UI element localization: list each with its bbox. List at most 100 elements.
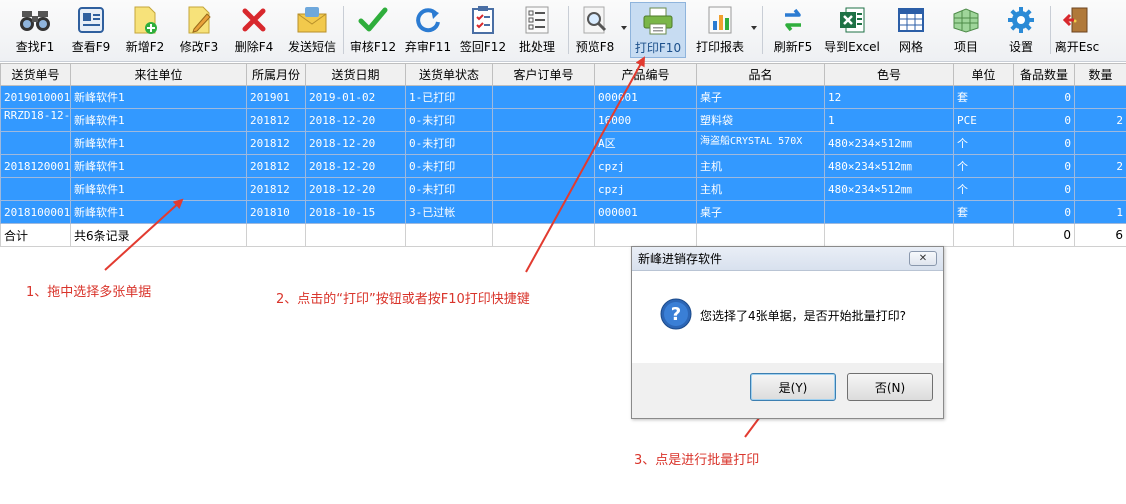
preview-button[interactable]: 预览F8 <box>573 2 617 58</box>
cell <box>492 131 595 155</box>
cell: 新峰软件1 <box>70 200 247 224</box>
export-excel-button[interactable]: 导到Excel <box>824 2 880 58</box>
cell: 201812 <box>246 177 306 201</box>
cell: 2019010001 <box>0 85 71 109</box>
cell: 0 <box>1013 200 1075 224</box>
column-header[interactable]: 色号 <box>824 63 954 86</box>
dialog-titlebar: 新峰进销存软件 ✕ <box>632 247 943 271</box>
table-row[interactable]: 2019010001 新峰软件1 201901 2019-01-02 1-已打印… <box>0 85 1126 109</box>
sign-back-button[interactable]: 签回F12 <box>458 2 508 58</box>
table-row[interactable]: 新峰软件1 201812 2018-12-20 0-未打印 A区 海盗船CRYS… <box>0 131 1126 155</box>
batch-button[interactable]: 批处理 <box>514 2 560 58</box>
unapprove-button[interactable]: 弃审F11 <box>404 2 452 58</box>
preview-dropdown-arrow[interactable] <box>621 26 627 30</box>
cell: 新峰软件1 <box>70 131 247 155</box>
cell: 新峰软件1 <box>70 108 247 132</box>
table-row[interactable]: RRZD18-12- 新峰软件1 201812 2018-12-20 0-未打印… <box>0 108 1126 132</box>
checklist-icon <box>520 2 554 38</box>
column-header[interactable]: 送货单号 <box>0 63 71 86</box>
question-icon: ? <box>660 298 692 330</box>
delete-x-icon <box>237 2 271 38</box>
cell: 2019-01-02 <box>305 85 406 109</box>
delete-button-label: 删除F4 <box>234 40 274 54</box>
cell: 0 <box>1013 131 1075 155</box>
cell: 1 <box>1074 200 1126 224</box>
column-header[interactable]: 备品数量 <box>1013 63 1075 86</box>
cell: 2018120001 <box>0 154 71 178</box>
cell: PCE <box>953 108 1014 132</box>
cell: 1-已打印 <box>405 85 493 109</box>
send-sms-button-label: 发送短信 <box>287 40 336 54</box>
find-button[interactable]: 查找F1 <box>12 2 58 58</box>
edit-button-label: 修改F3 <box>179 40 219 54</box>
exit-door-icon <box>1060 2 1094 38</box>
cell <box>1074 131 1126 155</box>
cell <box>1074 85 1126 109</box>
view-button-label: 查看F9 <box>71 40 111 54</box>
cell <box>824 200 954 224</box>
view-card-icon <box>74 2 108 38</box>
batch-print-dialog: 新峰进销存软件 ✕ ? 您选择了4张单据，是否开始批量打印? 是(Y) 否(N) <box>631 246 944 419</box>
cell: 0 <box>1013 85 1075 109</box>
column-header[interactable]: 送货日期 <box>305 63 406 86</box>
project-button[interactable]: 项目 <box>944 2 988 58</box>
cell: 201812 <box>246 131 306 155</box>
cell: 2018-12-20 <box>305 108 406 132</box>
exit-button-label: 离开Esc <box>1054 40 1100 54</box>
table-row[interactable]: 2018100001 新峰软件1 201810 2018-10-15 3-已过帐… <box>0 200 1126 224</box>
printer-icon <box>641 3 675 39</box>
yes-button[interactable]: 是(Y) <box>750 373 836 401</box>
print-button[interactable]: 打印F10 <box>630 2 686 58</box>
cell: 1 <box>824 108 954 132</box>
refresh-button[interactable]: 刷新F5 <box>770 2 816 58</box>
table-row[interactable]: 新峰软件1 201812 2018-12-20 0-未打印 cpzj 主机 48… <box>0 177 1126 201</box>
delete-button[interactable]: 删除F4 <box>231 2 277 58</box>
cell: 2018-12-20 <box>305 177 406 201</box>
cell: 套 <box>953 200 1014 224</box>
sign-back-button-label: 签回F12 <box>459 40 507 54</box>
cell: cpzj <box>594 154 697 178</box>
magnifier-preview-icon <box>578 2 612 38</box>
print-report-button[interactable]: 打印报表 <box>692 2 748 58</box>
settings-button[interactable]: 设置 <box>998 2 1044 58</box>
project-table-icon <box>949 2 983 38</box>
cell: 0-未打印 <box>405 177 493 201</box>
print-report-dropdown-arrow[interactable] <box>751 26 757 30</box>
exit-button[interactable]: 离开Esc <box>1053 2 1101 58</box>
cell: 0-未打印 <box>405 108 493 132</box>
cell: 480×234×512㎜ <box>824 154 954 178</box>
annotation-step-1: 1、拖中选择多张单据 <box>26 285 152 300</box>
column-header[interactable]: 数量 <box>1074 63 1126 86</box>
cell <box>492 85 595 109</box>
cell: 16000 <box>594 108 697 132</box>
grid-button[interactable]: 网格 <box>890 2 932 58</box>
column-header[interactable]: 客户订单号 <box>492 63 595 86</box>
cell: 12 <box>824 85 954 109</box>
send-sms-button[interactable]: 发送短信 <box>285 2 339 58</box>
column-header[interactable]: 送货单状态 <box>405 63 493 86</box>
view-button[interactable]: 查看F9 <box>68 2 114 58</box>
approve-button-label: 审核F12 <box>349 40 397 54</box>
column-header[interactable]: 产品编号 <box>594 63 697 86</box>
cell: 3-已过帐 <box>405 200 493 224</box>
cell <box>492 177 595 201</box>
cell: 201901 <box>246 85 306 109</box>
preview-button-label: 预览F8 <box>575 40 615 54</box>
toolbar-separator <box>568 6 569 54</box>
column-header[interactable]: 品名 <box>696 63 825 86</box>
table-row[interactable]: 2018120001 新峰软件1 201812 2018-12-20 0-未打印… <box>0 154 1126 178</box>
clipboard-check-icon <box>466 2 500 38</box>
column-header[interactable]: 所属月份 <box>246 63 306 86</box>
approve-button[interactable]: 审核F12 <box>348 2 398 58</box>
cell: 000001 <box>594 85 697 109</box>
column-header[interactable]: 来往单位 <box>70 63 247 86</box>
edit-document-icon <box>182 2 216 38</box>
close-icon[interactable]: ✕ <box>909 251 937 266</box>
column-header[interactable]: 单位 <box>953 63 1014 86</box>
toolbar-separator <box>1050 6 1051 54</box>
edit-button[interactable]: 修改F3 <box>176 2 222 58</box>
export-excel-button-label: 导到Excel <box>824 40 880 54</box>
dialog-body: ? 您选择了4张单据，是否开始批量打印? <box>632 271 943 363</box>
no-button[interactable]: 否(N) <box>847 373 933 401</box>
new-button[interactable]: 新增F2 <box>122 2 168 58</box>
